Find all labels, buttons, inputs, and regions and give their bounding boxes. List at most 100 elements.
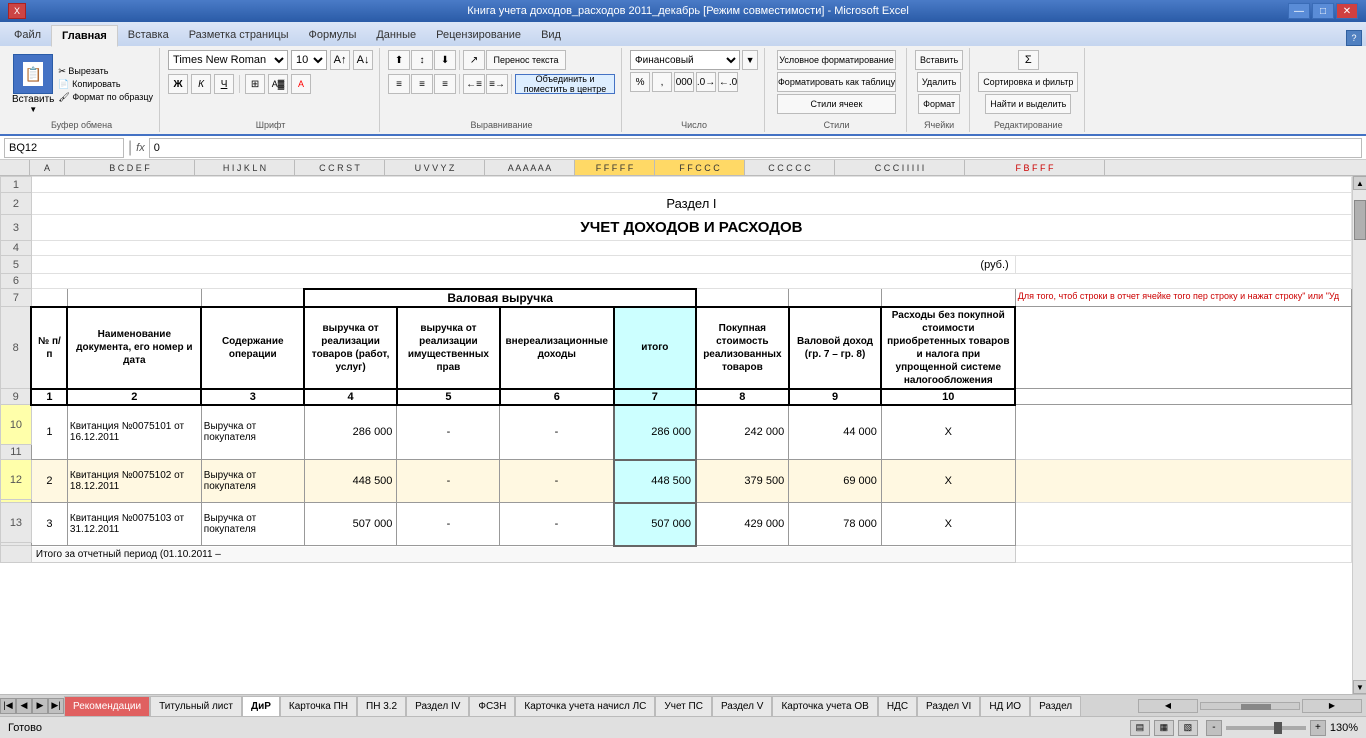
tab-card-pn[interactable]: Карточка ПН bbox=[280, 696, 357, 716]
align-right-button[interactable]: ≡ bbox=[434, 74, 456, 94]
borders-button[interactable]: ⊞ bbox=[245, 74, 265, 94]
tab-section[interactable]: Раздел bbox=[1030, 696, 1081, 716]
tab-section5[interactable]: Раздел V bbox=[712, 696, 773, 716]
align-center-button[interactable]: ≡ bbox=[411, 74, 433, 94]
delete-button[interactable]: Удалить bbox=[917, 72, 961, 92]
decrease-decimal-button[interactable]: ←.0 bbox=[718, 72, 738, 92]
tab-insert[interactable]: Вставка bbox=[118, 24, 179, 46]
tab-formulas[interactable]: Формулы bbox=[298, 24, 366, 46]
fill-color-button[interactable]: A▓ bbox=[268, 74, 288, 94]
increase-decimal-button[interactable]: .0→ bbox=[696, 72, 716, 92]
font-grow-button[interactable]: A↑ bbox=[330, 50, 350, 70]
number-format-expand[interactable]: ▼ bbox=[742, 50, 758, 70]
tab-title-page[interactable]: Титульный лист bbox=[150, 696, 242, 716]
tab-section4[interactable]: Раздел IV bbox=[406, 696, 469, 716]
col-header-5: выручка от реализации имущественных прав bbox=[397, 307, 500, 389]
section-title: Раздел I bbox=[31, 193, 1351, 215]
h-scroll-right[interactable]: ▶ bbox=[1302, 699, 1362, 713]
tab-recommendations[interactable]: Рекомендации bbox=[64, 696, 150, 716]
tab-next-button[interactable]: ▶ bbox=[32, 698, 48, 714]
percent-button[interactable]: % bbox=[630, 72, 650, 92]
table-row: 7 Валовая выручка Для того, чтоб строки … bbox=[1, 289, 1352, 307]
tab-review[interactable]: Рецензирование bbox=[426, 24, 531, 46]
align-bottom-button[interactable]: ⬇ bbox=[434, 50, 456, 70]
styles-group: Условное форматирование Форматировать ка… bbox=[767, 48, 907, 132]
maximize-button[interactable]: □ bbox=[1312, 3, 1334, 19]
minimize-button[interactable]: — bbox=[1288, 3, 1310, 19]
spreadsheet-area[interactable]: 1 2 Раздел I 3 УЧЕТ ДОХОДОВ И РАСХОДОВ 4… bbox=[0, 176, 1352, 694]
tab-pn32[interactable]: ПН 3.2 bbox=[357, 696, 406, 716]
zoom-in-button[interactable]: + bbox=[1310, 720, 1326, 736]
insert-button[interactable]: Вставить bbox=[915, 50, 963, 70]
tab-first-button[interactable]: |◀ bbox=[0, 698, 16, 714]
comma-button[interactable]: , bbox=[652, 72, 672, 92]
vertical-scrollbar[interactable]: ▲ ▼ bbox=[1352, 176, 1366, 694]
cell-styles-button[interactable]: Стили ячеек bbox=[777, 94, 896, 114]
underline-button[interactable]: Ч bbox=[214, 74, 234, 94]
scroll-down-button[interactable]: ▼ bbox=[1353, 680, 1366, 694]
bold-button[interactable]: Ж bbox=[168, 74, 188, 94]
sheet-tabs: |◀ ◀ ▶ ▶| Рекомендации Титульный лист Ди… bbox=[0, 694, 1366, 716]
scroll-track[interactable] bbox=[1353, 190, 1366, 680]
help-icon[interactable]: ? bbox=[1346, 30, 1362, 46]
align-left-button[interactable]: ≡ bbox=[388, 74, 410, 94]
tab-section6[interactable]: Раздел VI bbox=[917, 696, 980, 716]
tab-uchet-ps[interactable]: Учет ПС bbox=[655, 696, 712, 716]
font-color-button[interactable]: A bbox=[291, 74, 311, 94]
scroll-up-button[interactable]: ▲ bbox=[1353, 176, 1366, 190]
font-size-select[interactable]: 10 bbox=[291, 50, 327, 70]
increase-indent-button[interactable]: ≡→ bbox=[486, 74, 508, 94]
align-middle-button[interactable]: ↕ bbox=[411, 50, 433, 70]
tab-dir[interactable]: ДиР bbox=[242, 696, 280, 716]
decrease-indent-button[interactable]: ←≡ bbox=[463, 74, 485, 94]
tab-card-ov[interactable]: Карточка учета ОВ bbox=[772, 696, 877, 716]
normal-view-button[interactable]: ▤ bbox=[1130, 720, 1150, 736]
format-painter-button[interactable]: 🖌 Формат по образцу bbox=[58, 92, 153, 103]
col-header-4: выручка от реализации товаров (работ, ус… bbox=[304, 307, 397, 389]
sort-filter-button[interactable]: Сортировка и фильтр bbox=[978, 72, 1078, 92]
formula-input[interactable] bbox=[149, 138, 1362, 158]
zoom-out-button[interactable]: - bbox=[1206, 720, 1222, 736]
font-shrink-button[interactable]: A↓ bbox=[353, 50, 373, 70]
tab-nd-io[interactable]: НД ИО bbox=[980, 696, 1030, 716]
tab-page-layout[interactable]: Разметка страницы bbox=[179, 24, 299, 46]
format-button[interactable]: Формат bbox=[918, 94, 960, 114]
alignment-group: ⬆ ↕ ⬇ ↗ Перенос текста ≡ ≡ ≡ ←≡ ≡→ Объед… bbox=[382, 48, 622, 132]
clipboard-label: Буфер обмена bbox=[51, 118, 112, 130]
paste-button[interactable]: 📋 Вставить ▼ bbox=[10, 52, 56, 116]
h-scroll-track[interactable] bbox=[1200, 702, 1300, 710]
tab-last-button[interactable]: ▶| bbox=[48, 698, 64, 714]
zoom-thumb[interactable] bbox=[1274, 722, 1282, 734]
thousands-button[interactable]: 000 bbox=[674, 72, 694, 92]
text-rotate-button[interactable]: ↗ bbox=[463, 50, 485, 70]
number-format-select[interactable]: Финансовый bbox=[630, 50, 740, 70]
gross-revenue-header: Валовая выручка bbox=[304, 289, 696, 307]
scroll-thumb[interactable] bbox=[1354, 200, 1366, 240]
wrap-text-button[interactable]: Перенос текста bbox=[486, 50, 566, 70]
page-break-view-button[interactable]: ▧ bbox=[1178, 720, 1198, 736]
close-button[interactable]: ✕ bbox=[1336, 3, 1358, 19]
tab-prev-button[interactable]: ◀ bbox=[16, 698, 32, 714]
tab-file[interactable]: Файл bbox=[4, 24, 51, 46]
h-scroll-left[interactable]: ◀ bbox=[1138, 699, 1198, 713]
page-layout-button[interactable]: ▦ bbox=[1154, 720, 1174, 736]
h-scroll-thumb[interactable] bbox=[1241, 704, 1271, 710]
format-table-button[interactable]: Форматировать как таблицу bbox=[777, 72, 896, 92]
merge-center-button[interactable]: Объединить и поместить в центре bbox=[515, 74, 615, 94]
tab-fszn[interactable]: ФСЗН bbox=[469, 696, 515, 716]
font-name-select[interactable]: Times New Roman bbox=[168, 50, 288, 70]
tab-nds[interactable]: НДС bbox=[878, 696, 917, 716]
zoom-slider[interactable] bbox=[1226, 726, 1306, 730]
align-top-button[interactable]: ⬆ bbox=[388, 50, 410, 70]
conditional-formatting-button[interactable]: Условное форматирование bbox=[777, 50, 896, 70]
tab-data[interactable]: Данные bbox=[366, 24, 426, 46]
tab-card-ls[interactable]: Карточка учета начисл ЛС bbox=[515, 696, 655, 716]
name-box[interactable] bbox=[4, 138, 124, 158]
italic-button[interactable]: К bbox=[191, 74, 211, 94]
cut-button[interactable]: ✂ Вырезать bbox=[58, 66, 153, 77]
sum-button[interactable]: Σ bbox=[1018, 50, 1039, 70]
copy-button[interactable]: 📄 Копировать bbox=[58, 79, 153, 90]
tab-home[interactable]: Главная bbox=[51, 25, 118, 47]
tab-view[interactable]: Вид bbox=[531, 24, 571, 46]
find-select-button[interactable]: Найти и выделить bbox=[985, 94, 1071, 114]
